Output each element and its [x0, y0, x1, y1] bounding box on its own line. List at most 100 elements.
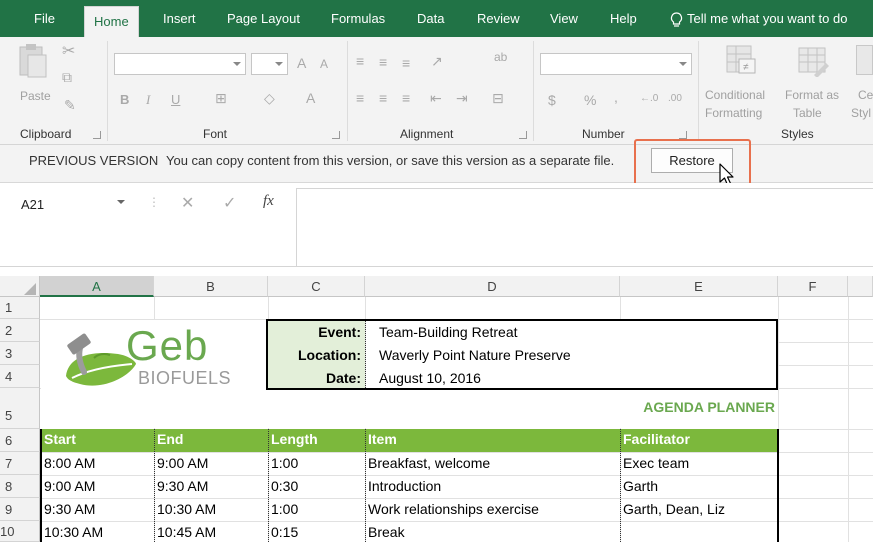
cell-a8[interactable]: 9:00 AM	[44, 478, 95, 494]
grow-font-button[interactable]: A	[297, 55, 306, 71]
cell-d8[interactable]: Introduction	[368, 478, 441, 494]
column-header-b[interactable]: B	[154, 276, 268, 297]
cell-a10[interactable]: 10:30 AM	[44, 524, 103, 540]
paste-icon[interactable]	[14, 41, 50, 81]
row-header-4[interactable]: 4	[0, 365, 40, 388]
formula-input[interactable]	[296, 188, 873, 266]
tab-insert[interactable]: Insert	[163, 0, 196, 37]
cell-b8[interactable]: 9:30 AM	[157, 478, 208, 494]
cell-e9[interactable]: Garth, Dean, Liz	[623, 501, 725, 517]
row-header-5[interactable]: 5	[0, 388, 40, 429]
top-align-icon[interactable]: ≡	[356, 53, 364, 69]
orientation-icon[interactable]: ↗	[431, 53, 443, 70]
font-launcher-icon[interactable]	[332, 131, 340, 139]
clipboard-launcher-icon[interactable]	[93, 131, 101, 139]
wrap-text-icon[interactable]: ab	[494, 50, 507, 64]
row-header-3[interactable]: 3	[0, 342, 40, 365]
row-header-7[interactable]: 7	[0, 452, 40, 475]
alignment-launcher-icon[interactable]	[519, 131, 527, 139]
bold-button[interactable]: B	[120, 92, 129, 107]
row-header-1[interactable]: 1	[0, 297, 40, 319]
middle-align-icon[interactable]: ≡	[379, 54, 387, 70]
cut-icon[interactable]: ✂	[62, 41, 75, 61]
bottom-align-icon[interactable]: ≡	[402, 55, 410, 71]
cell-b7[interactable]: 9:00 AM	[157, 455, 208, 471]
name-box-dropdown-icon[interactable]	[117, 200, 125, 204]
merge-center-icon[interactable]: ⊟	[492, 90, 504, 107]
cell-d7[interactable]: Breakfast, welcome	[368, 455, 490, 471]
cell-a9[interactable]: 9:30 AM	[44, 501, 95, 517]
italic-button[interactable]: I	[146, 92, 150, 108]
cell-b10[interactable]: 10:45 AM	[157, 524, 216, 540]
percent-button[interactable]: %	[584, 92, 596, 108]
cell-e8[interactable]: Garth	[623, 478, 658, 494]
column-header-g[interactable]	[848, 276, 873, 297]
shrink-font-button[interactable]: A	[320, 57, 328, 71]
column-header-f[interactable]: F	[778, 276, 848, 297]
font-color-button[interactable]: A	[306, 90, 315, 106]
increase-decimal-icon[interactable]: ←.0	[640, 93, 658, 104]
cell-c7[interactable]: 1:00	[271, 455, 298, 471]
cancel-icon[interactable]: ✕	[181, 193, 194, 213]
splitter-icon[interactable]: ⋮	[148, 195, 160, 209]
font-name-combo[interactable]	[114, 53, 246, 75]
tab-help[interactable]: Help	[610, 0, 637, 37]
increase-indent-icon[interactable]: ⇥	[456, 90, 468, 107]
cell-c9[interactable]: 1:00	[271, 501, 298, 517]
cell-styles-label-2[interactable]: Styl	[851, 104, 871, 122]
tab-page-layout[interactable]: Page Layout	[227, 0, 300, 37]
tab-home[interactable]: Home	[84, 6, 139, 37]
format-painter-icon[interactable]: ✎	[64, 97, 76, 114]
cell-d10[interactable]: Break	[368, 524, 405, 540]
row-header-9[interactable]: 9	[0, 498, 40, 521]
row-header-2[interactable]: 2	[0, 319, 40, 342]
column-header-a[interactable]: A	[40, 276, 154, 297]
underline-button[interactable]: U	[171, 92, 180, 107]
copy-icon[interactable]: ⧉	[62, 69, 72, 86]
decrease-decimal-icon[interactable]: .00	[668, 93, 682, 104]
cell-styles-icon[interactable]	[856, 45, 873, 75]
format-as-table-label-2[interactable]: Table	[793, 104, 822, 122]
gridline	[848, 297, 849, 542]
align-left-icon[interactable]: ≡	[356, 90, 364, 106]
row-header-10[interactable]: 10	[0, 521, 40, 542]
tab-file[interactable]: File	[34, 0, 55, 37]
paste-label[interactable]: Paste	[20, 87, 51, 105]
conditional-formatting-icon[interactable]: ≠	[724, 43, 758, 77]
row-header-8[interactable]: 8	[0, 475, 40, 498]
cell-c10[interactable]: 0:15	[271, 524, 298, 540]
center-icon[interactable]: ≡	[379, 90, 387, 106]
tab-review[interactable]: Review	[477, 0, 520, 37]
fill-color-icon[interactable]: ◇	[264, 90, 275, 107]
format-as-table-label-1[interactable]: Format as	[785, 86, 839, 104]
enter-icon[interactable]: ✓	[223, 193, 236, 213]
currency-button[interactable]: $	[548, 92, 556, 108]
fx-icon[interactable]: fx	[263, 193, 274, 210]
cell-a7[interactable]: 8:00 AM	[44, 455, 95, 471]
tell-me-search[interactable]: Tell me what you want to do	[670, 0, 847, 37]
borders-icon[interactable]: ⊞	[215, 90, 227, 107]
tab-view[interactable]: View	[550, 0, 578, 37]
comma-button[interactable]: ,	[614, 89, 618, 105]
select-all-corner[interactable]	[0, 276, 40, 297]
name-box[interactable]: A21	[18, 193, 136, 217]
align-right-icon[interactable]: ≡	[402, 90, 410, 106]
cell-c8[interactable]: 0:30	[271, 478, 298, 494]
column-header-c[interactable]: C	[268, 276, 365, 297]
number-format-combo[interactable]	[540, 53, 692, 75]
cell-e7[interactable]: Exec team	[623, 455, 689, 471]
column-header-d[interactable]: D	[365, 276, 620, 297]
format-as-table-icon[interactable]	[796, 45, 830, 78]
number-launcher-icon[interactable]	[679, 131, 687, 139]
cell-styles-label-1[interactable]: Ce	[858, 86, 873, 104]
tab-formulas[interactable]: Formulas	[331, 0, 385, 37]
cell-d9[interactable]: Work relationships exercise	[368, 501, 539, 517]
cell-b9[interactable]: 10:30 AM	[157, 501, 216, 517]
font-size-combo[interactable]	[251, 53, 288, 75]
conditional-formatting-label-2[interactable]: Formatting	[705, 104, 762, 122]
conditional-formatting-label-1[interactable]: Conditional	[705, 86, 765, 104]
row-header-6[interactable]: 6	[0, 429, 40, 452]
column-header-e[interactable]: E	[620, 276, 778, 297]
tab-data[interactable]: Data	[417, 0, 444, 37]
decrease-indent-icon[interactable]: ⇤	[430, 90, 442, 107]
